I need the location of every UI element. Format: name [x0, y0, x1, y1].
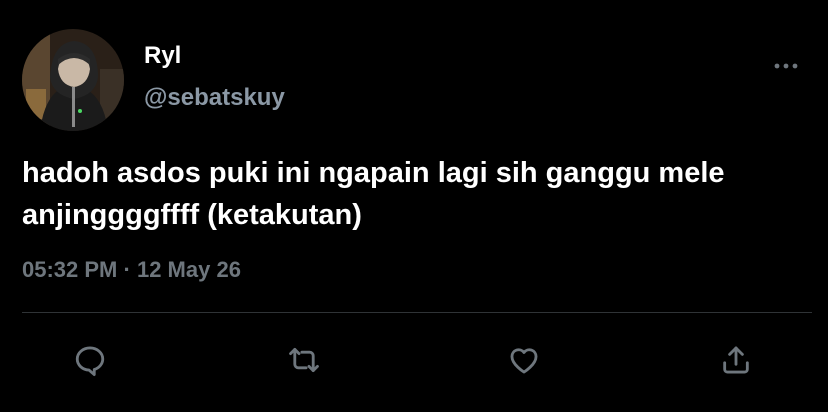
share-button[interactable]	[714, 338, 758, 382]
tweet-metadata: 05:32 PM · 12 May 26	[22, 257, 241, 283]
tweet-time[interactable]: 05:32 PM	[22, 257, 117, 282]
avatar[interactable]	[22, 29, 124, 131]
tweet-detail: Ryl @sebatskuy hadoh asdos puki ini ngap…	[0, 0, 828, 412]
tweet-text: hadoh asdos puki ini ngapain lagi sih ga…	[22, 157, 725, 231]
like-icon	[510, 348, 538, 374]
user-handle[interactable]: @sebatskuy	[144, 84, 285, 112]
like-button[interactable]	[502, 338, 546, 382]
more-options-button[interactable]	[768, 52, 804, 76]
reply-button[interactable]	[68, 338, 112, 382]
display-name[interactable]: Ryl	[144, 42, 181, 70]
retweet-icon	[289, 347, 319, 373]
reply-icon	[75, 346, 105, 377]
share-icon	[723, 346, 749, 374]
more-options-icon	[774, 63, 798, 69]
avatar-image	[22, 29, 124, 131]
retweet-button[interactable]	[282, 338, 326, 382]
meta-separator: ·	[123, 257, 131, 282]
tweet-date[interactable]: 12 May 26	[137, 257, 241, 282]
divider	[22, 312, 812, 313]
